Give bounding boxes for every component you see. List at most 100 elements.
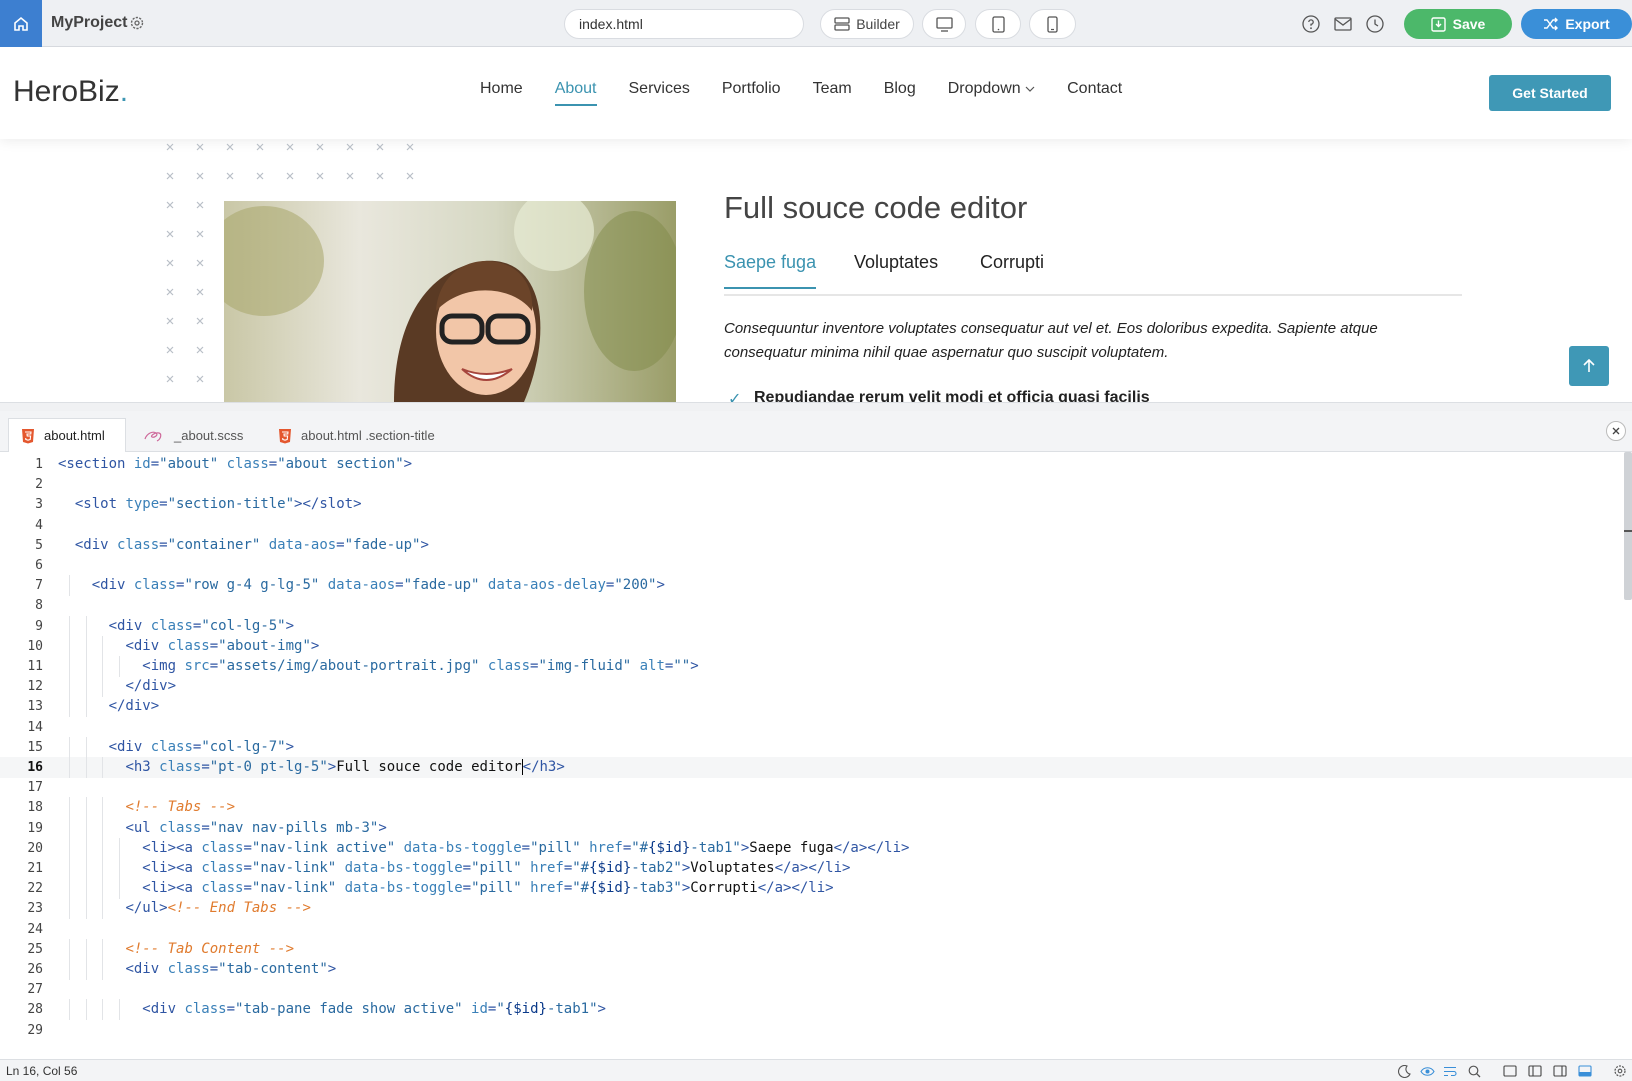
code-line[interactable]: 18 <!-- Tabs --> <box>0 797 1632 819</box>
tablet-view-button[interactable] <box>975 9 1021 39</box>
eye-icon <box>1419 1066 1435 1076</box>
desktop-icon <box>935 16 953 32</box>
code-line[interactable]: 12 </div> <box>0 676 1632 698</box>
line-number: 29 <box>27 1022 43 1038</box>
nav-item-dropdown[interactable]: Dropdown <box>948 80 1035 106</box>
code-editor[interactable]: 1 <section id="about" class="about sectio… <box>0 452 1632 1059</box>
layout-bottom-button[interactable] <box>1577 1063 1593 1079</box>
get-started-button[interactable]: Get Started <box>1489 75 1611 111</box>
code-line[interactable]: 22 <li><a class="nav-link" data-bs-toggl… <box>0 878 1632 900</box>
code-line[interactable]: 14 <box>0 717 1632 738</box>
code-line[interactable]: 13 </div> <box>0 696 1632 718</box>
panel-resize-handle[interactable] <box>0 402 1632 411</box>
tab-corrupti[interactable]: Corrupti <box>980 252 1044 287</box>
code-text: <li><a class="nav-link" data-bs-toggle="… <box>142 860 851 876</box>
content-tabs: Saepe fuga Voluptates Corrupti <box>724 252 1462 296</box>
desktop-view-button[interactable] <box>922 9 966 39</box>
code-line[interactable]: 26 <div class="tab-content"> <box>0 959 1632 980</box>
code-line[interactable]: 15 <div class="col-lg-7"> <box>0 736 1632 758</box>
code-line[interactable]: 21 <li><a class="nav-link" data-bs-toggl… <box>0 858 1632 879</box>
code-line[interactable]: 23 </ul><!-- End Tabs --> <box>0 898 1632 920</box>
help-button[interactable] <box>1301 14 1321 34</box>
line-number: 10 <box>27 638 43 654</box>
code-line[interactable]: 9 <div class="col-lg-5"> <box>0 615 1632 637</box>
code-line[interactable]: 1 <section id="about" class="about sectio… <box>0 454 1632 475</box>
code-line[interactable]: 11 <img src="assets/img/about-portrait.j… <box>0 656 1632 677</box>
code-line[interactable]: 5 <div class="container" data-aos="fade-… <box>0 535 1632 556</box>
line-number: 3 <box>35 497 43 513</box>
nav-item-contact[interactable]: Contact <box>1067 80 1122 106</box>
code-line[interactable]: 24 <box>0 919 1632 940</box>
chevron-down-icon <box>1025 86 1035 92</box>
code-line[interactable]: 19 <ul class="nav nav-pills mb-3"> <box>0 817 1632 839</box>
save-button[interactable]: Save <box>1404 9 1512 39</box>
nav-item-team[interactable]: Team <box>813 80 852 106</box>
editor-scrollbar[interactable] <box>1624 452 1632 600</box>
line-number: 20 <box>27 840 43 856</box>
code-line[interactable]: 2 <box>0 474 1632 495</box>
about-portrait-image <box>224 201 676 402</box>
site-logo[interactable]: HeroBiz. <box>13 75 128 109</box>
builder-button[interactable]: Builder <box>820 9 914 39</box>
search-button[interactable] <box>1466 1063 1482 1079</box>
mail-icon <box>1334 17 1352 31</box>
code-line[interactable]: 7 <div class="row g-4 g-lg-5" data-aos="… <box>0 575 1632 597</box>
tab-content-text: Consequuntur inventore voluptates conseq… <box>724 320 1378 361</box>
code-line[interactable]: 10 <div class="about-img"> <box>0 635 1632 657</box>
save-icon <box>1430 16 1446 32</box>
code-line[interactable]: 28 <div class="tab-pane fade show active… <box>0 999 1632 1021</box>
history-button[interactable] <box>1365 14 1385 34</box>
code-line[interactable]: 27 <box>0 979 1632 1000</box>
builder-label: Builder <box>856 16 900 32</box>
home-button[interactable] <box>0 0 42 47</box>
arrow-up-icon <box>1583 359 1595 372</box>
line-number: 7 <box>35 578 43 594</box>
editor-settings-button[interactable] <box>1612 1063 1628 1079</box>
code-text: <div class="col-lg-5"> <box>108 617 295 634</box>
wrap-toggle[interactable] <box>1442 1063 1458 1079</box>
code-line[interactable]: 6 <box>0 555 1632 576</box>
editor-tab-about-scss[interactable]: _about.scss <box>130 418 260 452</box>
theme-toggle[interactable] <box>1396 1063 1412 1079</box>
mobile-view-button[interactable] <box>1029 9 1076 39</box>
close-editor-button[interactable] <box>1606 421 1626 441</box>
code-line[interactable]: 29 <box>0 1020 1632 1041</box>
layout-full-button[interactable] <box>1502 1063 1518 1079</box>
code-text: <div class="row g-4 g-lg-5" data-aos="fa… <box>91 577 665 594</box>
nav-item-blog[interactable]: Blog <box>884 80 916 106</box>
nav-item-portfolio[interactable]: Portfolio <box>722 80 781 106</box>
project-settings-button[interactable] <box>129 15 145 36</box>
code-line[interactable]: 20 <li><a class="nav-link active" data-b… <box>0 837 1632 859</box>
editor-tab-section-title[interactable]: about.html .section-title <box>265 418 440 452</box>
editor-tab-about-html[interactable]: about.html <box>8 418 126 452</box>
nav-item-home[interactable]: Home <box>480 80 523 106</box>
code-line[interactable]: 25 <!-- Tab Content --> <box>0 938 1632 960</box>
mail-button[interactable] <box>1333 14 1353 34</box>
page-preview[interactable]: HeroBiz. Home About Services Portfolio T… <box>0 47 1632 402</box>
help-icon <box>1302 15 1320 33</box>
line-number: 5 <box>35 537 43 553</box>
nav-item-about[interactable]: About <box>554 80 597 106</box>
code-line[interactable]: 4 <box>0 515 1632 536</box>
layout-right-button[interactable] <box>1552 1063 1568 1079</box>
wrap-icon <box>1444 1066 1457 1076</box>
export-button[interactable]: Export <box>1521 9 1632 39</box>
line-number: 15 <box>27 739 43 755</box>
code-line[interactable]: 16 <h3 class="pt-0 pt-lg-5">Full souce c… <box>0 757 1632 778</box>
code-line[interactable]: 3 <slot type="section-title"></slot> <box>0 494 1632 515</box>
tab-voluptates[interactable]: Voluptates <box>854 252 938 287</box>
tab-saepe-fuga[interactable]: Saepe fuga <box>724 252 817 289</box>
logo-dot: . <box>119 75 129 108</box>
shuffle-icon <box>1544 17 1559 31</box>
layout-left-button[interactable] <box>1527 1063 1543 1079</box>
code-line[interactable]: 8 <box>0 595 1632 616</box>
line-number: 6 <box>35 558 43 573</box>
file-path-input[interactable] <box>564 9 804 39</box>
nav-item-services[interactable]: Services <box>629 80 690 106</box>
code-text: <ul class="nav nav-pills mb-3"> <box>125 819 387 836</box>
project-name[interactable]: MyProject <box>51 14 127 32</box>
preview-toggle[interactable] <box>1419 1063 1435 1079</box>
scroll-top-button[interactable] <box>1569 346 1609 386</box>
code-line[interactable]: 17 <box>0 777 1632 798</box>
save-label: Save <box>1452 16 1486 32</box>
